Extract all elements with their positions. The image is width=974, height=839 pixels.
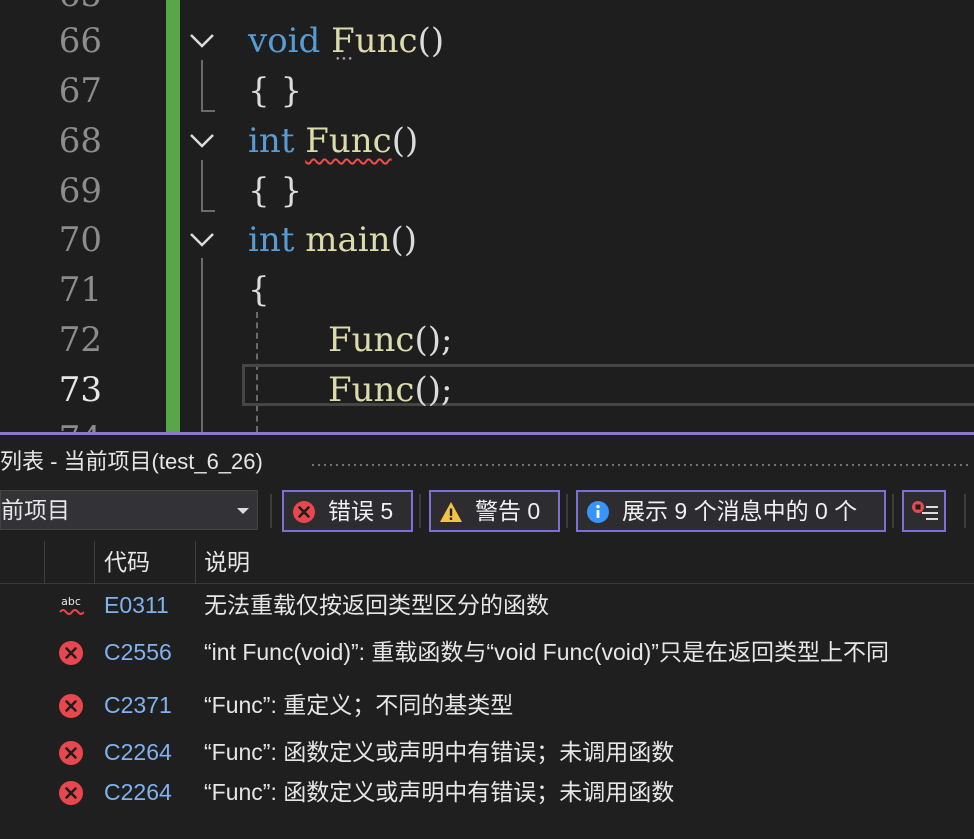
error-icon (59, 641, 83, 665)
svg-text:abc: abc (61, 595, 81, 608)
line-number: 67 (58, 71, 102, 111)
fold-guide (201, 60, 203, 112)
table-row[interactable]: abc E0311 无法重载仅按返回类型区分的函数 (0, 583, 974, 627)
error-icon (59, 694, 83, 718)
column-header-code[interactable]: 代码 (104, 541, 150, 583)
table-row[interactable]: C2371 “Func”: 重定义；不同的基类型 (0, 683, 974, 727)
function-name: main (305, 220, 391, 260)
intellisense-icon: abc (59, 595, 84, 615)
keyword: void (248, 21, 321, 61)
toolbar-separator (892, 494, 894, 528)
table-row[interactable]: C2264 “Func”: 函数定义或声明中有错误；未调用函数 (0, 770, 974, 814)
punctuation: { } (248, 71, 303, 111)
error-icon (293, 501, 315, 523)
fold-guide (201, 160, 203, 212)
line-number: 71 (58, 270, 102, 310)
punctuation: () (390, 220, 418, 260)
panel-drag-grip[interactable] (310, 462, 970, 468)
keyword: int (248, 121, 295, 161)
function-call: Func (328, 320, 415, 360)
toolbar-separator (419, 494, 421, 528)
fold-guide (201, 258, 203, 432)
function-name-error[interactable]: Func (305, 121, 391, 161)
errors-filter-button[interactable]: 错误 5 (282, 490, 413, 532)
code-line-72[interactable]: Func(); (328, 315, 452, 365)
error-list-toolbar: 前项目 错误 5 警告 0 展示 9 个消息中的 0 个 (0, 490, 974, 536)
table-row[interactable]: C2264 “Func”: 函数定义或声明中有错误；未调用函数 (0, 730, 974, 774)
line-number: 70 (58, 220, 102, 260)
error-code[interactable]: C2264 (104, 770, 172, 814)
code-line-70[interactable]: int main() (248, 215, 417, 265)
error-code[interactable]: C2371 (104, 683, 172, 727)
column-separator[interactable] (94, 541, 95, 583)
info-icon (587, 501, 609, 523)
errors-filter-label: 错误 5 (328, 498, 394, 524)
line-number: 69 (58, 171, 102, 211)
fold-guide-end (201, 210, 215, 212)
code-line-73[interactable]: Func(); (328, 365, 452, 415)
toolbar-separator (270, 494, 272, 528)
code-line-68[interactable]: int Func() (248, 116, 418, 166)
punctuation: (); (414, 370, 453, 410)
table-header: 代码 说明 (0, 541, 974, 584)
line-number: 68 (58, 121, 102, 161)
code-line-69[interactable]: { } (248, 166, 302, 216)
punctuation: { (248, 270, 270, 310)
keyword: int (248, 220, 295, 260)
punctuation: { } (248, 171, 303, 211)
fold-guide-end (201, 110, 215, 112)
line-number: 74 (0, 414, 102, 432)
error-icon (59, 741, 83, 765)
column-header-description[interactable]: 说明 (204, 541, 250, 583)
line-number: 72 (58, 320, 102, 360)
punctuation: () (391, 121, 419, 161)
scope-dropdown[interactable]: 前项目 (0, 490, 258, 530)
error-description: “Func”: 函数定义或声明中有错误；未调用函数 (204, 739, 675, 765)
punctuation: () (417, 21, 445, 61)
punctuation: (); (414, 320, 453, 360)
column-separator[interactable] (195, 541, 196, 583)
warnings-filter-button[interactable]: 警告 0 (429, 490, 560, 532)
dropdown-arrow-icon (237, 508, 249, 514)
error-description: “Func”: 重定义；不同的基类型 (204, 692, 514, 718)
error-list-panel: 列表 - 当前项目(test_6_26) 前项目 错误 5 警告 0 展示 9 … (0, 432, 974, 839)
code-line-67[interactable]: { } (248, 66, 302, 116)
error-filter-icon (912, 501, 938, 520)
collapse-chevron-icon[interactable] (188, 130, 216, 150)
warnings-filter-label: 警告 0 (475, 498, 541, 524)
function-call: Func (328, 370, 415, 410)
change-indicator-bar (166, 0, 180, 432)
error-code[interactable]: C2264 (104, 730, 172, 774)
toolbar-separator (566, 494, 568, 528)
error-description: “Func”: 函数定义或声明中有错误；未调用函数 (204, 779, 675, 805)
column-separator[interactable] (44, 541, 45, 583)
messages-filter-button[interactable]: 展示 9 个消息中的 0 个 (576, 490, 886, 532)
error-code[interactable]: E0311 (104, 583, 169, 627)
error-description: “int Func(void)”: 重载函数与“void Func(void)”… (204, 639, 889, 665)
error-description: 无法重载仅按返回类型区分的函数 (204, 592, 549, 618)
panel-title[interactable]: 列表 - 当前项目(test_6_26) (0, 445, 263, 479)
build-intellisense-filter-button[interactable] (902, 490, 946, 532)
scope-dropdown-value: 前项目 (1, 497, 70, 523)
line-number: 66 (58, 21, 102, 61)
collapse-chevron-icon[interactable] (188, 229, 216, 249)
line-number-current: 73 (58, 370, 102, 410)
code-line-71[interactable]: { (248, 265, 270, 315)
code-line-66[interactable]: void Func() (248, 16, 444, 66)
toolbar-separator (964, 494, 966, 528)
error-code[interactable]: C2556 (104, 630, 172, 674)
function-name: Func (331, 21, 417, 61)
code-editor[interactable]: 65 66 67 68 69 70 71 72 73 74 void Func(… (0, 0, 974, 432)
collapse-chevron-icon[interactable] (188, 30, 216, 50)
messages-filter-label: 展示 9 个消息中的 0 个 (622, 498, 858, 524)
error-icon (59, 781, 83, 805)
warning-icon (440, 502, 462, 522)
table-row[interactable]: C2556 “int Func(void)”: 重载函数与“void Func(… (0, 630, 974, 674)
